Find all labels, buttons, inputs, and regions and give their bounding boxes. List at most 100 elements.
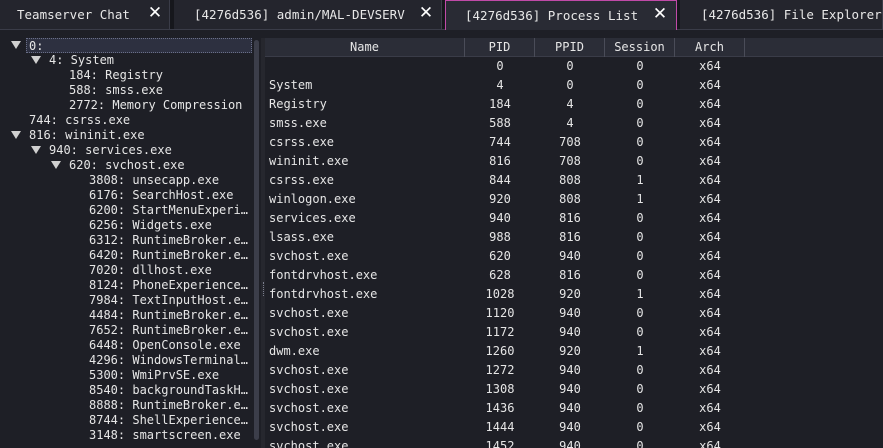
cell-arch: x64 [699, 97, 721, 111]
cell-ppid: 940 [559, 420, 581, 434]
tab-process-list[interactable]: [4276d536] Process List ✕ [445, 0, 677, 30]
tree-item-label: 620: svchost.exe [69, 158, 185, 172]
expand-icon[interactable] [31, 53, 43, 68]
table-row[interactable]: fontdrvhost.exe 628 816 0 x64 [265, 266, 883, 285]
tree-item[interactable]: 620: svchost.exe [69, 158, 185, 173]
cell-arch: x64 [699, 382, 721, 396]
cell-session: 1 [636, 173, 644, 187]
cell-ppid: 816 [559, 230, 581, 244]
cell-name: Registry [269, 97, 327, 111]
tree-item[interactable]: 3148: smartscreen.exe [89, 428, 241, 443]
tree-item[interactable]: 6312: RuntimeBroker.e… [89, 233, 248, 248]
tree-item[interactable]: 7652: RuntimeBroker.e… [89, 323, 248, 338]
tab-teamserver-chat[interactable]: Teamserver Chat ✕ [0, 0, 170, 29]
tree-item-label: 184: Registry [69, 68, 163, 82]
tree-item[interactable]: 4484: RuntimeBroker.e… [89, 308, 248, 323]
tree-item[interactable]: 744: csrss.exe [29, 113, 130, 128]
cell-session: 0 [636, 211, 644, 225]
table-row[interactable]: smss.exe 588 4 0 x64 [265, 114, 883, 133]
tree-item[interactable]: 7984: TextInputHost.e… [89, 293, 248, 308]
tree-item[interactable]: 8888: RuntimeBroker.e… [89, 398, 248, 413]
process-tree[interactable]: 0: 4: System 184: Registry 588: smss.exe… [0, 38, 252, 448]
table-row[interactable]: wininit.exe 816 708 0 x64 [265, 152, 883, 171]
tree-item[interactable]: 8744: ShellExperience… [89, 413, 248, 428]
table-row[interactable]: winlogon.exe 920 808 1 x64 [265, 190, 883, 209]
cell-pid: 816 [489, 154, 511, 168]
splitter-handle-icon[interactable] [263, 282, 264, 296]
tab-bar: Teamserver Chat ✕ [4276d536] admin/MAL-D… [0, 0, 883, 30]
tree-item[interactable]: 7020: dllhost.exe [89, 263, 212, 278]
cell-session: 0 [636, 382, 644, 396]
tab-file-explorer[interactable]: [4276d536] File Explorer [680, 0, 883, 29]
tree-item[interactable]: 6420: RuntimeBroker.e… [89, 248, 248, 263]
table-row[interactable]: svchost.exe 1444 940 0 x64 [265, 418, 883, 437]
cell-ppid: 816 [559, 211, 581, 225]
table-row[interactable]: svchost.exe 1436 940 0 x64 [265, 399, 883, 418]
table-row[interactable]: System 4 0 0 x64 [265, 76, 883, 95]
tree-item[interactable]: 184: Registry [69, 68, 163, 83]
tree-item-label: 588: smss.exe [69, 83, 163, 97]
process-table[interactable]: Name PID PPID Session Arch 0 0 0 x64 System 4… [265, 38, 883, 448]
expand-icon[interactable] [11, 38, 23, 53]
table-row[interactable]: svchost.exe 1452 940 0 x64 [265, 437, 883, 448]
column-header-arch[interactable]: Arch [675, 38, 745, 57]
cell-session: 0 [636, 268, 644, 282]
table-row[interactable]: fontdrvhost.exe 1028 920 1 x64 [265, 285, 883, 304]
table-row[interactable]: lsass.exe 988 816 0 x64 [265, 228, 883, 247]
tree-item-label: 8744: ShellExperience… [89, 413, 248, 427]
tree-item[interactable]: 5300: WmiPrvSE.exe [89, 368, 219, 383]
expand-icon[interactable] [31, 143, 43, 158]
table-row[interactable]: csrss.exe 844 808 1 x64 [265, 171, 883, 190]
tree-item[interactable]: 816: wininit.exe [29, 128, 145, 143]
column-header-pid[interactable]: PID [465, 38, 535, 57]
tree-scrollbar[interactable] [253, 38, 260, 448]
tree-item[interactable]: 8540: backgroundTaskH… [89, 383, 248, 398]
column-header-session[interactable]: Session [605, 38, 675, 57]
tree-item-label: 7984: TextInputHost.e… [89, 293, 248, 307]
cell-arch: x64 [699, 363, 721, 377]
table-row[interactable]: 0 0 0 x64 [265, 57, 883, 76]
cell-pid: 844 [489, 173, 511, 187]
table-row[interactable]: Registry 184 4 0 x64 [265, 95, 883, 114]
expand-icon[interactable] [51, 158, 63, 173]
cell-ppid: 708 [559, 154, 581, 168]
column-header-ppid[interactable]: PPID [535, 38, 605, 57]
tree-item[interactable]: 588: smss.exe [69, 83, 163, 98]
table-row[interactable]: services.exe 940 816 0 x64 [265, 209, 883, 228]
cell-arch: x64 [699, 59, 721, 73]
tree-item[interactable]: 3808: unsecapp.exe [89, 173, 219, 188]
table-row[interactable]: dwm.exe 1260 920 1 x64 [265, 342, 883, 361]
table-row[interactable]: svchost.exe 1172 940 0 x64 [265, 323, 883, 342]
tree-item[interactable]: 6200: StartMenuExperi… [89, 203, 248, 218]
cell-name: services.exe [269, 211, 356, 225]
tree-item[interactable]: 940: services.exe [49, 143, 172, 158]
cell-session: 0 [636, 78, 644, 92]
cell-session: 0 [636, 401, 644, 415]
tree-item[interactable]: 8124: PhoneExperience… [89, 278, 248, 293]
tree-item[interactable]: 6176: SearchHost.exe [89, 188, 234, 203]
cell-session: 0 [636, 325, 644, 339]
tab-admin-session[interactable]: [4276d536] admin/MAL-DEVSERV ✕ [174, 0, 442, 29]
scrollbar-thumb[interactable] [254, 40, 259, 440]
expand-icon[interactable] [11, 128, 23, 143]
tree-item-label: 4296: WindowsTerminal… [89, 353, 248, 367]
tree-item[interactable]: 4296: WindowsTerminal… [89, 353, 248, 368]
tree-item[interactable]: 4: System [49, 53, 114, 68]
cell-ppid: 940 [559, 401, 581, 415]
cell-ppid: 4 [566, 116, 574, 130]
tree-item-label: 4484: RuntimeBroker.e… [89, 308, 248, 322]
column-header-name[interactable]: Name [265, 38, 465, 57]
table-row[interactable]: csrss.exe 744 708 0 x64 [265, 133, 883, 152]
close-icon[interactable]: ✕ [652, 5, 668, 23]
tree-item[interactable]: 0: [26, 38, 252, 53]
tree-item[interactable]: 2772: Memory Compression [69, 98, 242, 113]
tree-item[interactable]: 6448: OpenConsole.exe [89, 338, 241, 353]
close-icon[interactable]: ✕ [418, 4, 434, 22]
table-row[interactable]: svchost.exe 1308 940 0 x64 [265, 380, 883, 399]
tree-item[interactable]: 6256: Widgets.exe [89, 218, 212, 233]
close-icon[interactable]: ✕ [147, 4, 163, 22]
cell-arch: x64 [699, 78, 721, 92]
table-row[interactable]: svchost.exe 1272 940 0 x64 [265, 361, 883, 380]
table-row[interactable]: svchost.exe 1120 940 0 x64 [265, 304, 883, 323]
table-row[interactable]: svchost.exe 620 940 0 x64 [265, 247, 883, 266]
